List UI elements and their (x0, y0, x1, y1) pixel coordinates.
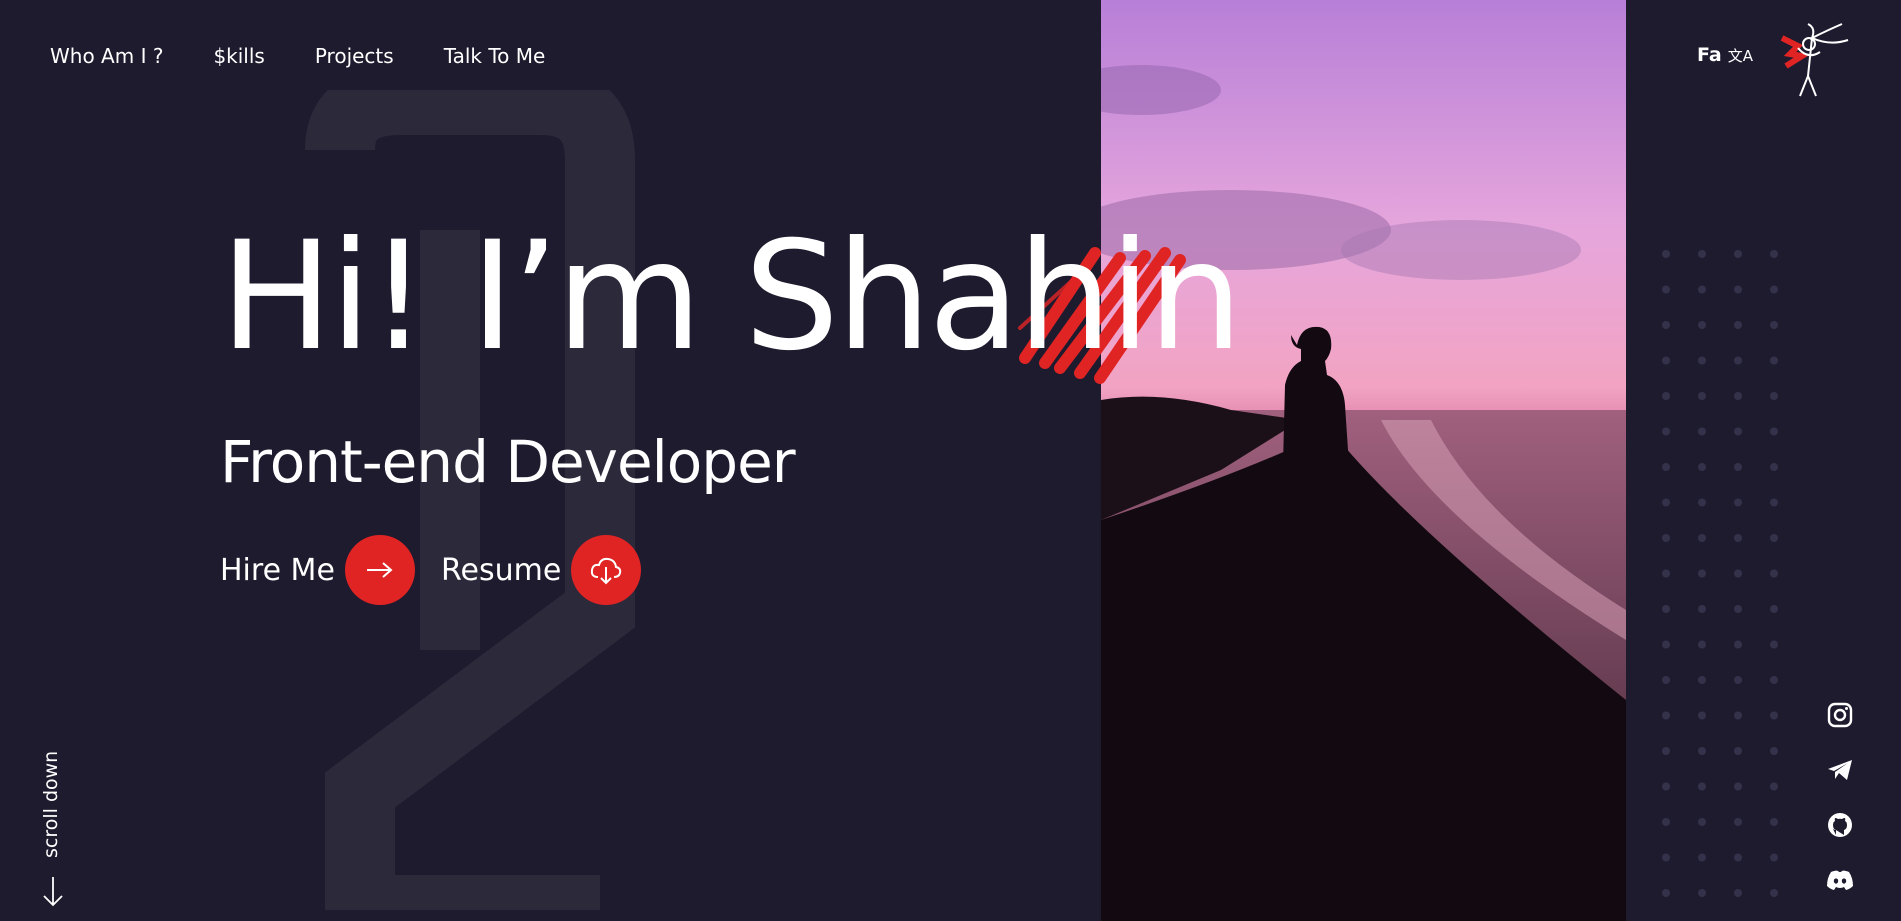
nav-who-am-i[interactable]: Who Am I ? (50, 44, 163, 68)
translate-icon: 文A (1727, 46, 1753, 65)
hero-title: Hi! I’m Shahin (220, 210, 1243, 384)
arrow-down-icon (43, 877, 63, 907)
instagram-icon[interactable] (1824, 700, 1856, 730)
nav-skills[interactable]: $kills (213, 44, 264, 68)
hero-photo (1101, 0, 1626, 921)
scroll-down-indicator[interactable]: scroll down (30, 740, 80, 910)
hire-me-button[interactable]: Hire Me (220, 535, 415, 605)
resume-button[interactable]: Resume (441, 535, 642, 605)
resume-label: Resume (441, 552, 562, 588)
discord-icon[interactable] (1824, 865, 1856, 895)
language-label: Fa (1697, 44, 1722, 66)
telegram-icon[interactable] (1824, 755, 1856, 785)
nav-talk-to-me[interactable]: Talk To Me (444, 44, 546, 68)
main-nav: Who Am I ? $kills Projects Talk To Me (50, 44, 545, 68)
arrow-right-icon[interactable] (344, 535, 415, 605)
social-links (1824, 700, 1856, 895)
hire-me-label: Hire Me (220, 552, 335, 588)
cloud-download-icon[interactable] (571, 535, 642, 605)
github-icon[interactable] (1824, 810, 1856, 840)
hero-subtitle: Front-end Developer (220, 428, 796, 496)
dot-grid-decoration (1661, 246, 1781, 906)
brand-logo[interactable] (1768, 16, 1850, 98)
language-switcher[interactable]: Fa 文A (1697, 44, 1753, 66)
scroll-down-label: scroll down (40, 750, 62, 858)
nav-projects[interactable]: Projects (315, 44, 394, 68)
